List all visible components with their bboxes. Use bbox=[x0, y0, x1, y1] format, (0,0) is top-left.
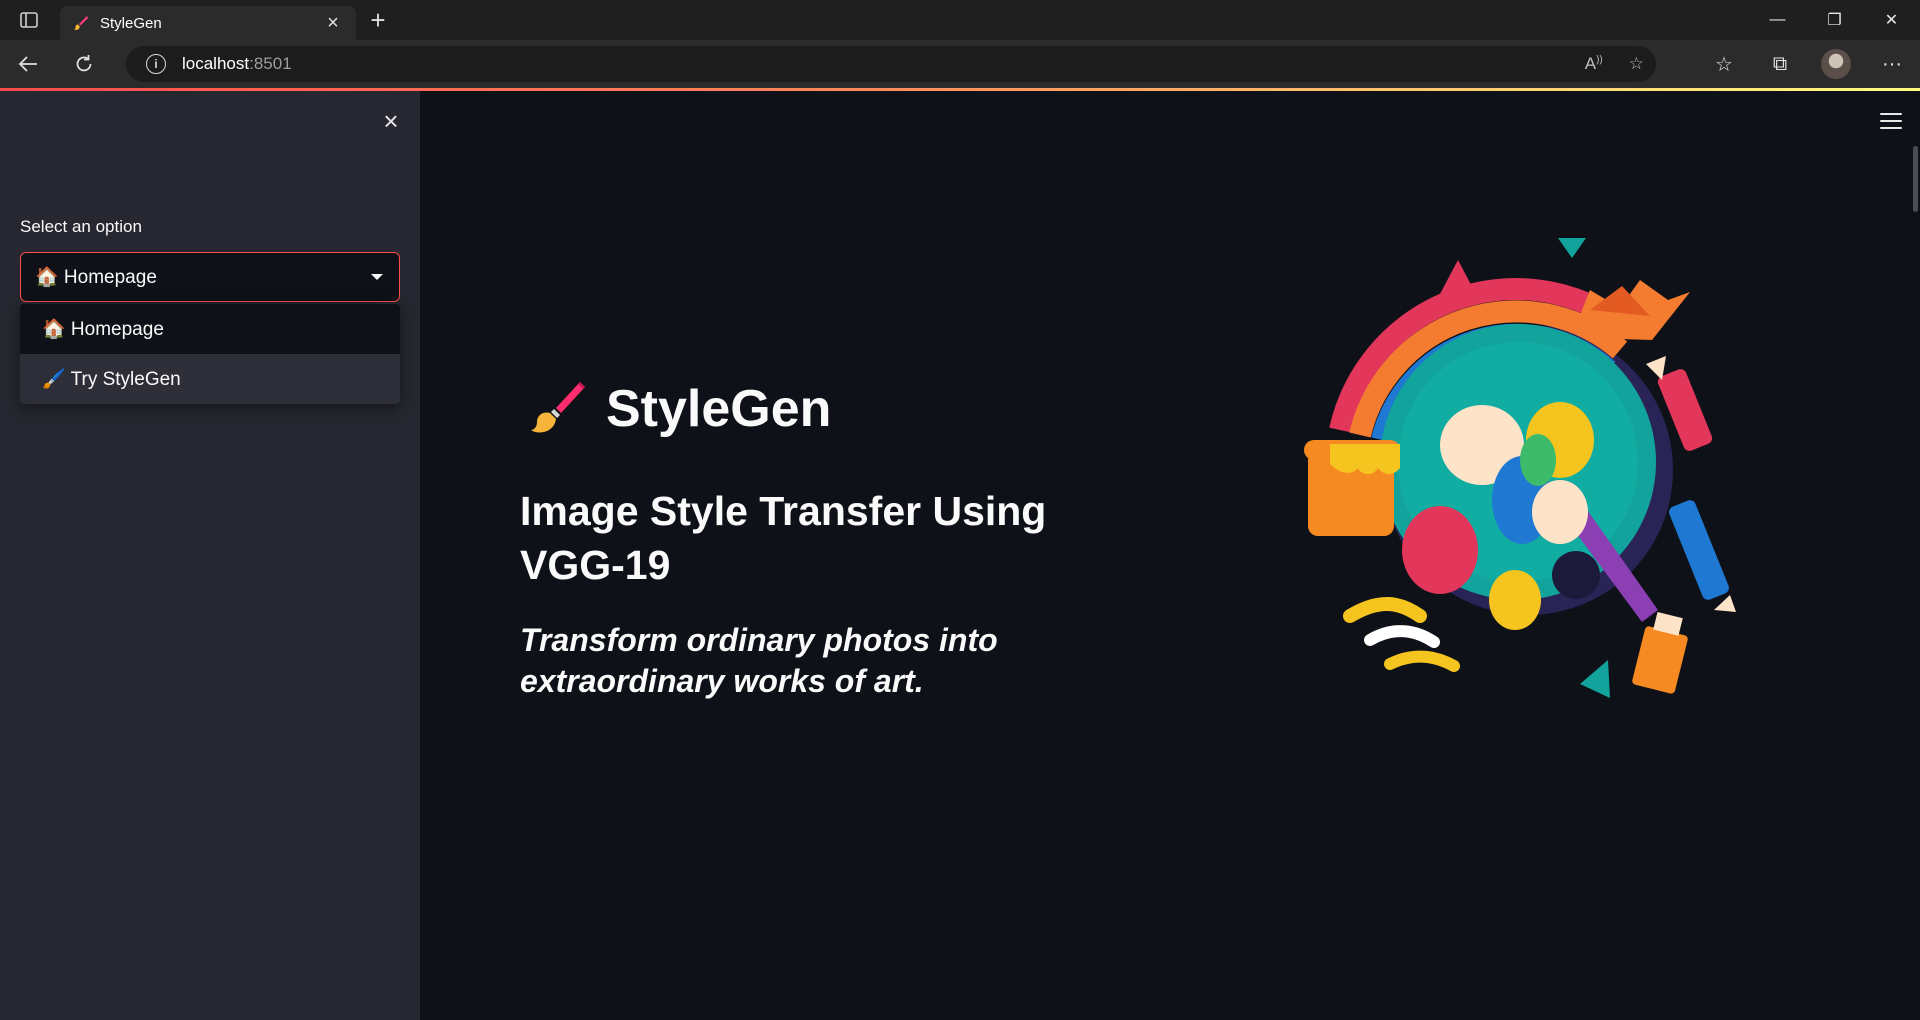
tab-close-icon[interactable]: × bbox=[322, 12, 344, 35]
back-button[interactable] bbox=[0, 40, 56, 88]
subtitle-heading: Image Style Transfer Using VGG-19 bbox=[520, 488, 1047, 588]
read-aloud-icon[interactable]: A)) bbox=[1585, 54, 1603, 74]
tab-title: StyleGen bbox=[100, 14, 162, 32]
new-tab-button[interactable]: + bbox=[356, 0, 400, 40]
sidebar: × Select an option 🏠 Homepage 🏠 Homepage… bbox=[0, 91, 420, 1020]
option-homepage[interactable]: 🏠 Homepage bbox=[20, 304, 400, 354]
selected-value: 🏠 Homepage bbox=[35, 267, 157, 288]
chevron-down-icon bbox=[371, 274, 383, 280]
back-arrow-icon bbox=[18, 56, 37, 72]
add-favorite-icon[interactable]: ☆ bbox=[1629, 54, 1644, 74]
paintbrush-icon bbox=[528, 378, 586, 439]
page-title: StyleGen bbox=[528, 378, 831, 439]
scrollbar[interactable] bbox=[1913, 146, 1918, 212]
favorites-icon[interactable]: ☆ bbox=[1696, 40, 1752, 88]
tab-actions-button[interactable] bbox=[0, 0, 58, 40]
window-controls: — ❐ ✕ bbox=[1749, 0, 1920, 40]
close-window-button[interactable]: ✕ bbox=[1863, 0, 1920, 40]
site-info-icon[interactable]: i bbox=[146, 54, 166, 74]
tagline: Transform ordinary photos into extraordi… bbox=[520, 622, 998, 699]
restore-button[interactable]: ❐ bbox=[1806, 0, 1863, 40]
tab-actions-icon bbox=[20, 12, 38, 28]
option-try-stylegen[interactable]: 🖌️ Try StyleGen bbox=[20, 354, 400, 404]
collections-icon[interactable]: ⧉ bbox=[1752, 40, 1808, 88]
art-palette-illustration bbox=[1304, 238, 1736, 698]
browser-tab[interactable]: StyleGen × bbox=[60, 6, 356, 40]
more-options-icon[interactable]: ··· bbox=[1864, 40, 1920, 88]
select-dropdown: 🏠 Homepage 🖌️ Try StyleGen bbox=[20, 304, 400, 404]
profile-avatar[interactable] bbox=[1821, 49, 1851, 79]
select-label: Select an option bbox=[20, 217, 142, 236]
sidebar-close-icon[interactable]: × bbox=[378, 108, 404, 134]
reload-icon bbox=[76, 55, 92, 72]
page-selectbox[interactable]: 🏠 Homepage bbox=[20, 252, 400, 302]
minimize-button[interactable]: — bbox=[1749, 0, 1806, 40]
url-text: localhost:8501 bbox=[182, 54, 292, 73]
address-bar[interactable]: i localhost:8501 A)) ☆ bbox=[126, 46, 1656, 82]
main-menu-icon[interactable] bbox=[1880, 113, 1902, 129]
reload-button[interactable] bbox=[56, 40, 112, 88]
browser-toolbar: i localhost:8501 A)) ☆ ☆ ⧉ ··· bbox=[0, 40, 1920, 88]
browser-titlebar: StyleGen × + — ❐ ✕ bbox=[0, 0, 1920, 40]
paintbrush-icon bbox=[72, 14, 90, 32]
